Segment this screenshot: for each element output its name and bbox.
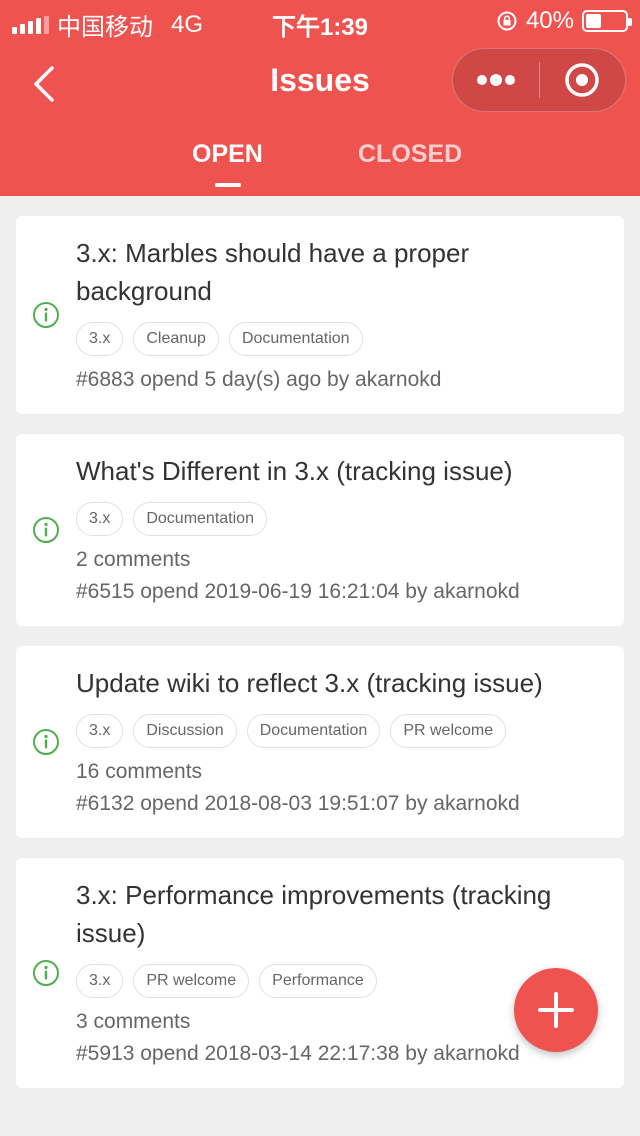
open-issue-icon — [33, 517, 59, 543]
open-issue-icon — [33, 960, 59, 986]
issue-meta: #5913 opend 2018-03-14 22:17:38 by akarn… — [76, 1042, 520, 1065]
mini-program-capsule — [452, 48, 626, 112]
issue-title: 3.x: Performance improvements (tracking … — [76, 880, 552, 948]
issue-label-tag[interactable]: PR welcome — [133, 964, 250, 998]
issue-label-tag[interactable]: 3.x — [76, 322, 124, 356]
issue-label-tag[interactable]: PR welcome — [390, 714, 507, 748]
issue-title: What's Different in 3.x (tracking issue) — [76, 456, 513, 486]
issue-label-tag[interactable]: Documentation — [133, 502, 267, 536]
issue-card[interactable]: Update wiki to reflect 3.x (tracking iss… — [16, 646, 624, 838]
issue-label-tag[interactable]: Documentation — [246, 714, 381, 748]
more-button[interactable] — [453, 49, 539, 111]
issue-card[interactable]: 3.x: Performance improvements (tracking … — [16, 858, 624, 1088]
issue-labels: 3.x Cleanup Documentation — [76, 322, 604, 356]
issue-label-tag[interactable]: 3.x — [76, 714, 124, 748]
issue-label-tag[interactable]: Cleanup — [133, 322, 219, 356]
issue-label-tag[interactable]: Discussion — [133, 714, 237, 748]
status-right: 40% — [496, 7, 632, 35]
battery-percent: 40% — [525, 7, 574, 34]
issue-meta: #6883 opend 5 day(s) ago by akarnokd — [76, 368, 442, 391]
plus-icon — [538, 992, 574, 1028]
issue-label-tag[interactable]: Documentation — [228, 322, 363, 356]
issue-title: Update wiki to reflect 3.x (tracking iss… — [76, 668, 543, 698]
issue-labels: 3.x Documentation — [76, 502, 604, 536]
active-tab-indicator — [215, 183, 241, 187]
add-issue-button[interactable] — [514, 968, 598, 1052]
issue-labels: 3.x Discussion Documentation PR welcome — [76, 714, 604, 748]
issue-label-tag[interactable]: 3.x — [76, 502, 124, 536]
tab-closed[interactable]: CLOSED — [358, 140, 462, 169]
issue-title: 3.x: Marbles should have a proper backgr… — [76, 238, 470, 306]
target-circle-icon — [565, 63, 599, 97]
open-issue-icon — [33, 729, 59, 755]
rotation-lock-icon — [497, 11, 517, 31]
tab-open[interactable]: OPEN — [192, 140, 263, 169]
comment-count: 2 comments — [76, 548, 191, 571]
open-issue-icon — [33, 302, 59, 328]
close-mini-program-button[interactable] — [540, 49, 626, 111]
app-header: 中国移动 4G 下午1:39 40% Issues OPEN CLOSED — [0, 0, 640, 196]
issue-label-tag[interactable]: Performance — [259, 964, 377, 998]
issue-meta: #6132 opend 2018-08-03 19:51:07 by akarn… — [76, 792, 520, 815]
issue-card[interactable]: 3.x: Marbles should have a proper backgr… — [16, 216, 624, 414]
more-dots-icon — [476, 74, 515, 86]
issue-label-tag[interactable]: 3.x — [76, 964, 124, 998]
battery-icon — [582, 10, 632, 32]
issue-card[interactable]: What's Different in 3.x (tracking issue)… — [16, 434, 624, 626]
issue-state-tabs: OPEN CLOSED — [0, 140, 640, 196]
status-bar: 中国移动 4G 下午1:39 40% — [0, 0, 640, 41]
comment-count: 16 comments — [76, 760, 203, 783]
issue-meta: #6515 opend 2019-06-19 16:21:04 by akarn… — [76, 580, 520, 603]
